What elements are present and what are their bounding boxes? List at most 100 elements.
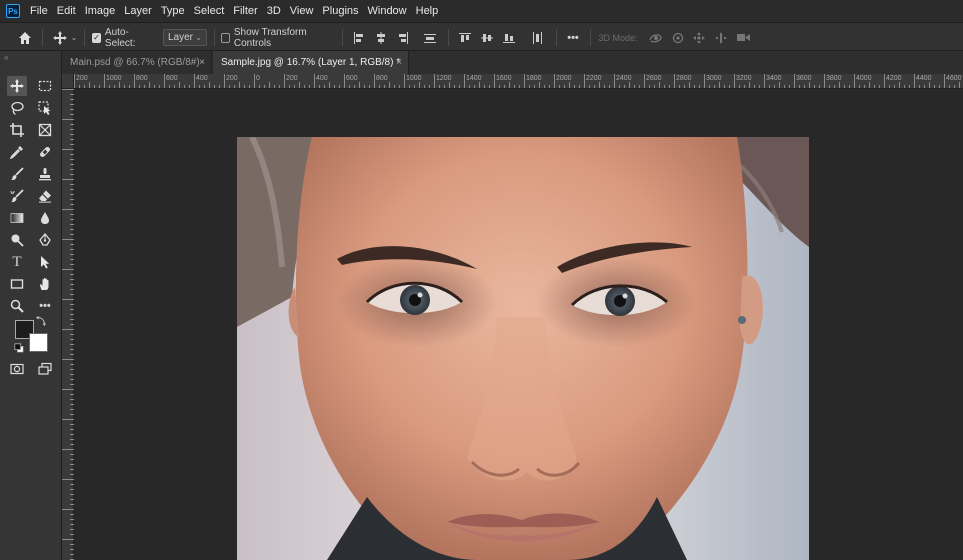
ruler-tick [474,85,475,88]
ruler-tick [799,85,800,88]
align-horizontal-centers-icon[interactable] [372,23,390,52]
eraser-tool-icon[interactable] [35,186,55,206]
blur-tool-icon[interactable] [35,208,55,228]
pan-3d-icon[interactable] [690,23,708,52]
menu-view[interactable]: View [290,5,314,17]
move-tool-icon[interactable] [7,76,27,96]
menu-select[interactable]: Select [194,5,225,17]
ruler-tick [74,74,75,88]
gradient-tool-icon[interactable] [7,208,27,228]
ruler-tick [464,74,465,88]
horizontal-ruler[interactable]: 200 1000 800 600 400 200 0 200 400 600 800 1000 1200… [74,74,963,89]
auto-select-toggle[interactable]: ✓ Auto-Select: [92,23,152,52]
menu-image[interactable]: Image [85,5,116,17]
align-bottom-edges-icon[interactable] [500,23,518,52]
menu-plugins[interactable]: Plugins [322,5,358,17]
ruler-tick [674,74,675,88]
ruler-tick [329,82,330,88]
ruler-tick [234,85,235,88]
ruler-tick [679,85,680,88]
quick-mask-icon[interactable] [7,359,27,379]
align-left-edges-icon[interactable] [350,23,368,52]
ruler-label: 4400 [916,75,932,82]
lasso-tool-icon[interactable] [7,98,27,118]
menu-filter[interactable]: Filter [233,5,257,17]
tab-sample-jpg[interactable]: Sample.jpg @ 16.7% (Layer 1, RGB/8) * × [213,51,409,74]
menu-help[interactable]: Help [416,5,439,17]
ruler-tick [764,74,765,88]
ruler-tick [949,85,950,88]
history-brush-tool-icon[interactable] [7,186,27,206]
panel-collapse-icon[interactable]: « [4,53,8,62]
path-selection-tool-icon[interactable] [35,252,55,272]
show-transform-toggle[interactable]: Show Transform Controls [221,23,331,52]
distribute-vertical-icon[interactable] [421,23,439,52]
layer-select-value: Layer [168,32,194,43]
slide-3d-icon[interactable] [712,23,730,52]
swap-colors-icon[interactable] [35,315,47,327]
auto-select-checkbox[interactable]: ✓ [92,32,101,43]
hand-tool-icon[interactable] [35,274,55,294]
edit-toolbar-button[interactable]: ••• [35,296,55,316]
align-right-edges-icon[interactable] [394,23,412,52]
menu-edit[interactable]: Edit [57,5,76,17]
close-icon[interactable]: × [199,57,205,68]
ruler-label: 1400 [466,75,482,82]
ruler-tick [404,74,405,88]
brush-tool-icon[interactable] [7,164,27,184]
rectangle-tool-icon[interactable] [7,274,27,294]
more-options-button[interactable]: ••• [562,23,584,52]
frame-tool-icon[interactable] [35,120,55,140]
ruler-tick [849,85,850,88]
eyedropper-tool-icon[interactable] [7,142,27,162]
rectangular-marquee-tool-icon[interactable] [35,76,55,96]
ruler-tick [864,85,865,88]
close-icon[interactable]: × [396,57,402,68]
document-canvas[interactable] [237,137,809,560]
ruler-tick [564,85,565,88]
align-top-edges-icon[interactable] [456,23,474,52]
menu-layer[interactable]: Layer [124,5,152,17]
ruler-origin[interactable] [62,74,74,89]
dodge-tool-icon[interactable] [7,230,27,250]
ruler-tick [184,85,185,88]
ruler-tick [544,85,545,88]
ruler-label: 2200 [586,75,602,82]
home-icon[interactable] [14,23,36,52]
object-selection-tool-icon[interactable] [35,98,55,118]
roll-3d-icon[interactable] [669,23,687,52]
show-transform-checkbox[interactable] [221,32,230,43]
orbit-3d-icon[interactable] [646,23,664,52]
menu-window[interactable]: Window [368,5,407,17]
ruler-label: 2800 [676,75,692,82]
ruler-tick [954,85,955,88]
ruler-tick [664,85,665,88]
menu-file[interactable]: File [30,5,48,17]
zoom-tool-icon[interactable] [7,296,27,316]
menu-type[interactable]: Type [161,5,185,17]
ruler-tick [534,85,535,88]
tab-main-psd[interactable]: Main.psd @ 66.7% (RGB/8#) × [62,51,212,74]
menu-3d[interactable]: 3D [267,5,281,17]
scale-3d-icon[interactable] [734,23,752,52]
vertical-ruler[interactable] [62,89,74,560]
default-colors-icon[interactable] [13,342,25,354]
ruler-tick [104,74,105,88]
distribute-horizontal-icon[interactable] [528,23,546,52]
spot-healing-brush-tool-icon[interactable] [35,142,55,162]
ruler-tick [94,85,95,88]
move-tool-preset[interactable]: ⌄ [50,23,80,52]
crop-tool-icon[interactable] [7,120,27,140]
ruler-tick [684,85,685,88]
clone-stamp-tool-icon[interactable] [35,164,55,184]
ruler-tick [359,82,360,88]
ruler-tick [509,82,510,88]
type-tool-icon[interactable]: T [7,252,27,272]
pen-tool-icon[interactable] [35,230,55,250]
ruler-tick [274,85,275,88]
background-color-swatch[interactable] [29,333,48,352]
screen-mode-icon[interactable] [35,359,55,379]
ruler-label: 400 [196,75,208,82]
auto-select-target-dropdown[interactable]: Layer ⌄ [163,29,207,46]
align-vertical-centers-icon[interactable] [478,23,496,52]
